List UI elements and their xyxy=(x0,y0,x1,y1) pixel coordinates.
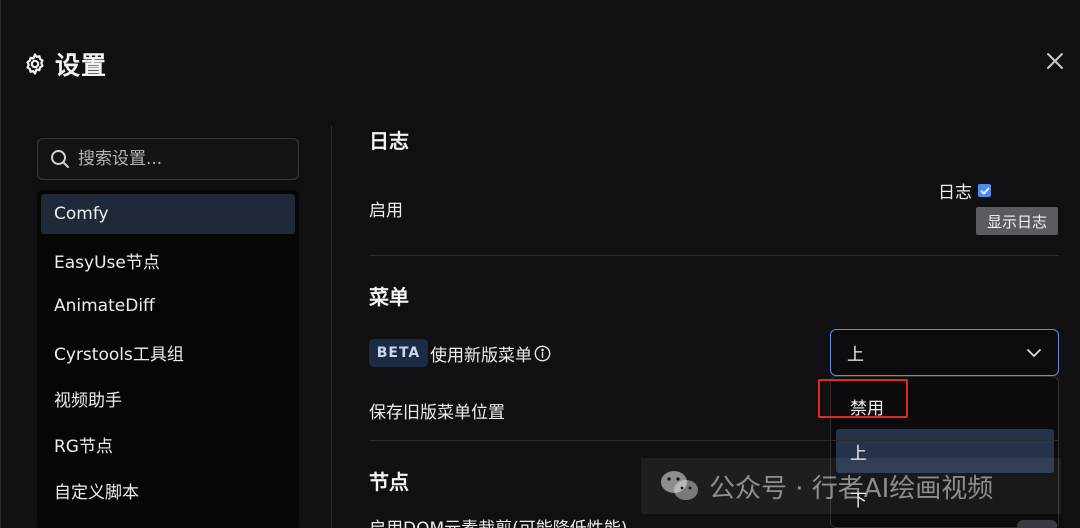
dialog-header: 设置 xyxy=(23,46,107,82)
watermark-text: 公众号 · 行者AI绘画视频 xyxy=(709,473,994,504)
gear-icon xyxy=(23,52,47,76)
dom-clipping-label: 启用DOM元素裁剪(可能降低性能) xyxy=(369,514,627,528)
beta-badge: BETA xyxy=(369,339,428,367)
log-checkbox-label: 日志 xyxy=(938,183,972,203)
sidebar-item-comfy[interactable]: Comfy xyxy=(41,194,295,234)
sidebar-item-easyuse[interactable]: EasyUse节点 xyxy=(37,237,299,283)
checkbox-checked-icon[interactable] xyxy=(978,184,991,197)
sidebar-item-label: EasyUse节点 xyxy=(54,252,160,273)
sidebar-item-video-helper[interactable]: 视频助手 xyxy=(37,375,299,421)
section-divider xyxy=(369,440,1059,441)
section-title-log: 日志 xyxy=(369,129,409,153)
info-icon[interactable] xyxy=(534,345,551,362)
wechat-icon xyxy=(659,469,699,503)
sidebar-item-rg-nodes[interactable]: RG节点 xyxy=(37,421,299,467)
section-title-nodes: 节点 xyxy=(369,470,409,494)
log-enable-label: 启用 xyxy=(369,201,403,221)
sidebar-item-label: Comfy xyxy=(54,204,109,224)
new-menu-label-text: 使用新版菜单 xyxy=(430,346,532,366)
search-input[interactable] xyxy=(78,149,278,169)
new-menu-setting-label: 使用新版菜单 xyxy=(430,341,551,366)
section-title-menu: 菜单 xyxy=(369,285,409,309)
sidebar-item-custom-scripts[interactable]: 自定义脚本 xyxy=(37,467,299,513)
sidebar-item-label: 视频助手 xyxy=(54,390,122,411)
vertical-divider xyxy=(331,126,332,528)
settings-search-box[interactable] xyxy=(37,138,299,180)
search-icon xyxy=(50,149,70,169)
sidebar-item-cyrstools[interactable]: Cyrstools工具组 xyxy=(37,329,299,375)
dropdown-option-disabled[interactable]: 禁用 xyxy=(836,384,1054,428)
select-value: 上 xyxy=(847,345,864,365)
close-icon[interactable] xyxy=(1044,50,1066,72)
sidebar-item-label: 自定义脚本 xyxy=(54,482,139,503)
save-menu-position-label: 保存旧版菜单位置 xyxy=(369,403,505,423)
settings-dialog: 设置 Comfy EasyUse节点 AnimateDiff Cyrstools… xyxy=(0,0,1080,528)
sidebar-item-label: AnimateDiff xyxy=(54,296,155,316)
new-menu-select[interactable]: 上 xyxy=(830,329,1059,376)
watermark: 公众号 · 行者AI绘画视频 xyxy=(641,458,1061,514)
sidebar-item-label: Cyrstools工具组 xyxy=(54,344,184,365)
settings-category-list: Comfy EasyUse节点 AnimateDiff Cyrstools工具组… xyxy=(37,190,299,528)
show-log-button[interactable]: 显示日志 xyxy=(976,207,1058,235)
section-divider xyxy=(369,255,1059,256)
sidebar-item-label: RG节点 xyxy=(54,436,113,457)
log-checkbox[interactable]: 日志 xyxy=(938,178,991,203)
dialog-title: 设置 xyxy=(55,51,108,80)
dom-clipping-toggle[interactable] xyxy=(1017,520,1057,528)
sidebar-item-animatediff[interactable]: AnimateDiff xyxy=(37,283,299,329)
chevron-down-icon xyxy=(1026,345,1042,366)
